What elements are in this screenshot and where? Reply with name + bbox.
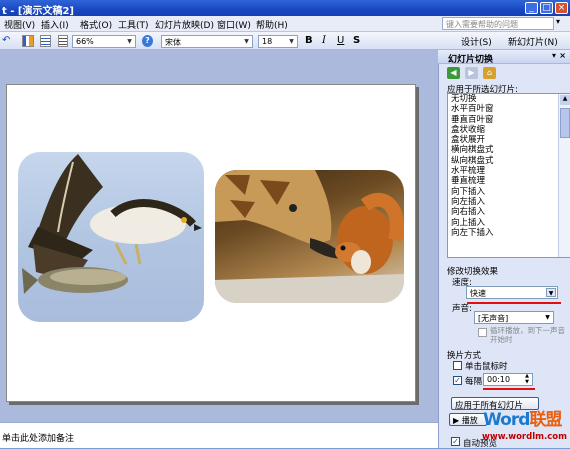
menu-view[interactable]: 视图(V): [4, 18, 35, 31]
maximize-button[interactable]: □: [540, 2, 553, 14]
chevron-down-icon: ▼: [244, 38, 249, 45]
list-item[interactable]: 向上插入: [448, 218, 570, 228]
on-click-checkbox[interactable]: [453, 361, 462, 370]
transition-list-scrollbar[interactable]: ▲: [558, 94, 570, 257]
every-checkbox[interactable]: ✓: [453, 376, 462, 385]
design-button[interactable]: 设计(S): [461, 35, 492, 48]
table-icon[interactable]: [40, 35, 51, 47]
bold-button[interactable]: B: [305, 35, 313, 47]
scroll-thumb[interactable]: [560, 108, 570, 138]
speed-highlight-underline: [467, 302, 561, 304]
stepper-arrows-icon[interactable]: ▲ ▼: [523, 373, 531, 385]
menu-help[interactable]: 帮助(H): [256, 18, 288, 31]
osprey-illustration: [22, 154, 202, 294]
chevron-down-icon: ▼: [289, 38, 294, 45]
home-icon[interactable]: ⌂: [483, 67, 496, 79]
notes-pane[interactable]: 单击此处添加备注: [0, 422, 438, 448]
list-item[interactable]: 无切换: [448, 94, 570, 104]
chart-icon[interactable]: [22, 35, 34, 47]
help-icon[interactable]: ?: [142, 35, 153, 47]
list-item[interactable]: 向下插入: [448, 187, 570, 197]
list-item[interactable]: 垂直百叶窗: [448, 115, 570, 125]
notes-placeholder: 单击此处添加备注: [2, 434, 75, 444]
italic-button[interactable]: I: [322, 35, 326, 47]
time-stepper[interactable]: 00:10 ▲ ▼: [483, 373, 533, 386]
new-slide-button[interactable]: 新幻灯片(N): [508, 35, 558, 48]
giraffe-squirrel-illustration: [215, 170, 404, 303]
chevron-down-icon[interactable]: ▾: [552, 51, 556, 60]
formatting-toolbar: ↶ 66% ▼ ? 宋体 ▼ 18 ▼ B I U S 设计(S) 新幻灯片(N): [0, 32, 570, 50]
sound-select[interactable]: [无声音] ▼: [474, 311, 554, 324]
menu-format[interactable]: 格式(O): [80, 18, 112, 31]
play-button[interactable]: ▶ 播放: [449, 413, 487, 426]
every-label: 每隔: [465, 377, 483, 387]
font-select[interactable]: 宋体 ▼: [161, 35, 253, 48]
close-button[interactable]: ×: [555, 2, 568, 14]
speed-select[interactable]: 快速 ▼: [466, 286, 558, 299]
sound-label: 声音:: [452, 304, 472, 314]
list-item[interactable]: 向右插入: [448, 207, 570, 217]
osprey-photo[interactable]: [18, 152, 204, 322]
scroll-up-icon[interactable]: ▲: [560, 95, 570, 105]
on-click-label: 单击鼠标时: [465, 362, 508, 372]
back-icon[interactable]: ◀: [447, 67, 460, 79]
list-item[interactable]: 盒状展开: [448, 135, 570, 145]
list-item[interactable]: 向左下插入: [448, 228, 570, 238]
menu-tools[interactable]: 工具(T): [118, 18, 149, 31]
list-item[interactable]: 向左插入: [448, 197, 570, 207]
list-item[interactable]: 水平梳理: [448, 166, 570, 176]
undo-icon[interactable]: ↶: [2, 35, 10, 47]
grid-icon[interactable]: [58, 35, 68, 47]
forward-icon[interactable]: ▶: [465, 67, 478, 79]
chevron-down-icon: ▼: [127, 38, 132, 45]
menu-window[interactable]: 窗口(W): [217, 18, 251, 31]
shadow-button[interactable]: S: [353, 35, 360, 47]
auto-preview-checkbox[interactable]: ✓: [451, 437, 460, 446]
chevron-down-icon[interactable]: ▼: [546, 288, 556, 297]
list-item[interactable]: 垂直梳理: [448, 176, 570, 186]
help-dropdown-icon[interactable]: ▾: [556, 17, 560, 26]
zoom-select[interactable]: 66% ▼: [72, 35, 136, 48]
close-icon[interactable]: ×: [559, 51, 566, 60]
help-search-input[interactable]: 键入需要帮助的问题: [442, 17, 554, 30]
transition-list[interactable]: 无切换 水平百叶窗 垂直百叶窗 盒状收缩 盒状展开 横向棋盘式 纵向棋盘式 水平…: [447, 93, 570, 258]
task-pane-title: 幻灯片切换 × ▾: [438, 50, 570, 65]
underline-button[interactable]: U: [337, 35, 344, 47]
wordlm-url: www.wordlm.com: [482, 432, 567, 442]
font-size-select[interactable]: 18 ▼: [258, 35, 298, 48]
list-item[interactable]: 水平百叶窗: [448, 104, 570, 114]
loop-label: 循环播放，到下一声音开始时: [490, 326, 565, 344]
menu-insert[interactable]: 插入(I): [41, 18, 69, 31]
time-highlight-underline: [483, 388, 535, 390]
giraffe-squirrel-photo[interactable]: [215, 170, 404, 303]
list-item[interactable]: 纵向棋盘式: [448, 156, 570, 166]
chevron-down-icon: ▼: [545, 314, 550, 321]
loop-checkbox[interactable]: [478, 328, 487, 337]
wordlm-logo: Word联盟: [483, 410, 562, 430]
window-title-bar: t - [演示文稿2]: [0, 0, 570, 17]
menu-slideshow[interactable]: 幻灯片放映(D): [155, 18, 214, 31]
minimize-button[interactable]: _: [525, 2, 538, 14]
list-item[interactable]: 盒状收缩: [448, 125, 570, 135]
list-item[interactable]: 横向棋盘式: [448, 145, 570, 155]
